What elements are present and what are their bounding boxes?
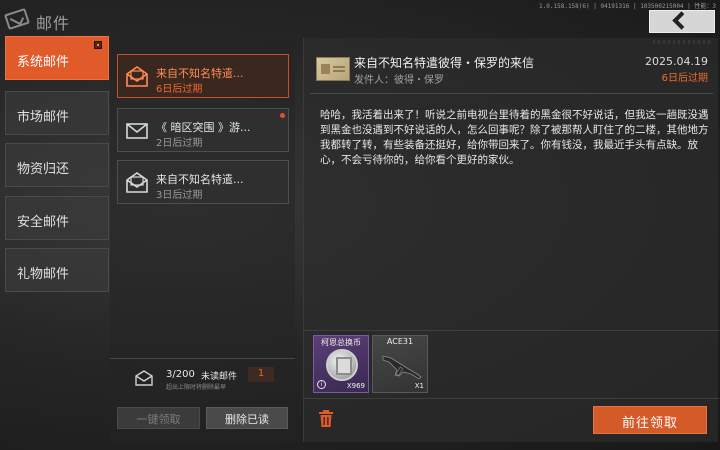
mail-list-footer: 3/200 未读邮件 1 超出上限时将删除最早	[110, 358, 295, 398]
sidebar-item-label: 系统邮件	[17, 55, 70, 70]
envelope-open-icon	[126, 66, 148, 87]
sidebar-item-market-mail[interactable]: 市场邮件	[5, 91, 109, 135]
mail-limit-hint: 超出上限时将删除最早	[166, 384, 227, 391]
list-item[interactable]: 《 暗区突围 》游... 2日后过期	[117, 108, 289, 152]
notification-badge-icon	[94, 41, 102, 49]
attachment-name: ACE31	[386, 337, 414, 346]
envelope-open-icon	[126, 172, 148, 193]
unread-dot-icon	[280, 113, 285, 118]
claim-all-button[interactable]: 一键领取	[117, 407, 200, 429]
sidebar-item-label: 市场邮件	[17, 110, 70, 125]
mail-count: 3/200	[166, 369, 195, 380]
attachment-name: 柯恩总换币	[321, 338, 361, 347]
info-icon[interactable]: i	[317, 380, 326, 389]
attachment-item[interactable]: 柯恩总换币 i X969	[313, 335, 369, 393]
detail-date: 2025.04.19	[645, 55, 708, 68]
mail-detail: 来自不知名特遣彼得・保罗的来信 发件人：彼得・保罗 2025.04.19 6日后…	[303, 38, 719, 442]
delete-read-button[interactable]: 删除已读	[206, 407, 288, 429]
build-info: 1.0.158.158(6) | 04191316 | 103500215004…	[539, 3, 716, 10]
sidebar-item-label: 物资归还	[17, 162, 70, 177]
mail-subject: 来自不知名特遣...	[156, 173, 244, 186]
divider	[304, 330, 719, 331]
mailbox-icon	[135, 370, 153, 386]
mail-body: 哈哈，我活着出来了！听说之前电视台里待着的黑金很不好说话，但我这一趟既没遇到黑金…	[320, 109, 709, 166]
rifle-icon	[382, 355, 422, 380]
detail-expire: 6日后过期	[661, 73, 708, 84]
detail-subject: 来自不知名特遣彼得・保罗的来信	[354, 56, 535, 70]
mail-expire: 2日后过期	[156, 138, 203, 149]
list-item[interactable]: 来自不知名特遣... 6日后过期	[117, 54, 289, 98]
attachment-quantity: X1	[414, 382, 424, 390]
sidebar-item-label: 安全邮件	[17, 215, 70, 230]
divider	[310, 93, 713, 94]
sidebar-item-label: 礼物邮件	[17, 267, 70, 282]
chevron-left-icon	[672, 11, 691, 30]
sender-avatar	[316, 57, 350, 81]
mail-subject: 来自不知名特遣...	[156, 67, 244, 80]
sidebar-item-security-mail[interactable]: 安全邮件	[5, 196, 109, 240]
coin-icon	[326, 349, 358, 381]
list-item[interactable]: 来自不知名特遣... 3日后过期	[117, 160, 289, 204]
mail-icon	[4, 7, 30, 31]
mail-expire: 3日后过期	[156, 190, 203, 201]
back-button[interactable]	[649, 10, 715, 33]
unread-count-badge: 1	[248, 367, 274, 382]
sidebar-item-system-mail[interactable]: 系统邮件	[5, 36, 109, 80]
mail-subject: 《 暗区突围 》游...	[156, 121, 251, 134]
attachment-quantity: X969	[346, 382, 365, 390]
page-title: 邮件	[36, 14, 71, 33]
attachment-item[interactable]: ACE31 X1	[372, 335, 428, 393]
trash-icon[interactable]	[318, 410, 334, 428]
divider	[304, 398, 719, 399]
mail-expire: 6日后过期	[156, 84, 203, 95]
goto-claim-button[interactable]: 前往领取	[593, 406, 707, 434]
header: 邮件 1.0.158.158(6) | 04191316 | 103500215…	[0, 0, 720, 44]
sidebar-item-supply-return[interactable]: 物资归还	[5, 143, 109, 187]
sidebar-item-gift-mail[interactable]: 礼物邮件	[5, 248, 109, 292]
envelope-closed-icon	[126, 123, 148, 139]
unread-label: 未读邮件	[201, 372, 238, 382]
sender-line: 发件人：彼得・保罗	[354, 75, 444, 86]
